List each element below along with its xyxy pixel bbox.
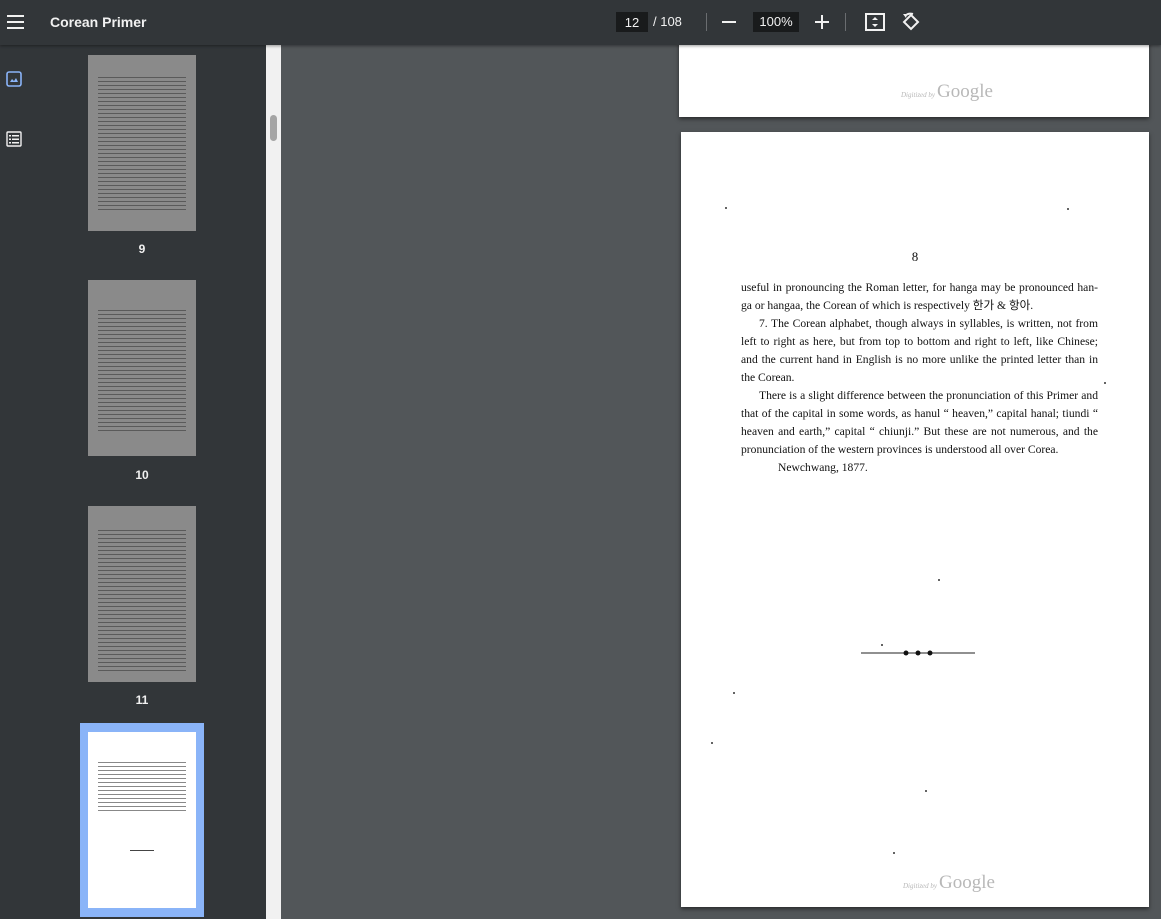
zoom-level-input[interactable]: 100% [753, 12, 799, 32]
toolbar: Corean Primer / 108 100% [0, 0, 1161, 45]
minus-icon[interactable] [717, 10, 741, 34]
thumbnail-label: 11 [135, 693, 149, 707]
page-12: 8 useful in pronouncing the Roman letter… [681, 132, 1149, 907]
sidebar: 9 10 11 [0, 45, 281, 919]
sidebar-tabs [0, 45, 34, 919]
toolbar-divider [845, 13, 846, 31]
scrollbar-handle[interactable] [270, 115, 277, 141]
document-viewer[interactable]: Digitized by Google 8 useful in pronounci… [281, 45, 1161, 919]
page-number-printed: 8 [911, 249, 919, 264]
thumbnail-label: 9 [138, 242, 146, 256]
signature-line: Newchwang, 1877. [778, 461, 868, 474]
toolbar-divider [706, 13, 707, 31]
page-body-text: useful in pronouncing the Roman letter, … [741, 279, 1098, 477]
page-total: / 108 [653, 14, 682, 29]
google-watermark: Digitized by Google [901, 81, 993, 102]
thumbnail-page-12[interactable] [80, 723, 204, 917]
paragraph: useful in pronouncing the Roman letter, … [741, 281, 1098, 312]
thumbnail-page-10[interactable] [88, 280, 196, 456]
hamburger-menu-icon[interactable] [4, 8, 28, 36]
thumbnail-scrollbar[interactable] [266, 45, 281, 919]
list-icon[interactable] [6, 131, 26, 151]
page-11: Digitized by Google [679, 45, 1149, 117]
google-watermark: Digitized by Google [903, 872, 995, 893]
document-title: Corean Primer [50, 14, 147, 30]
thumbnail-page-9[interactable] [88, 55, 196, 231]
ornament-divider [861, 650, 975, 656]
thumbnail-list: 9 10 11 [34, 45, 266, 919]
paragraph: 7. The Corean alphabet, though always in… [741, 317, 1098, 384]
rotate-icon[interactable] [899, 10, 923, 34]
image-icon[interactable] [6, 71, 26, 91]
paragraph: There is a slight difference between the… [741, 389, 1098, 456]
page-number-input[interactable] [616, 12, 648, 32]
fit-to-page-icon[interactable] [863, 10, 887, 34]
thumbnail-label: 10 [135, 468, 149, 482]
thumbnail-page-11[interactable] [88, 506, 196, 682]
plus-icon[interactable] [810, 10, 834, 34]
